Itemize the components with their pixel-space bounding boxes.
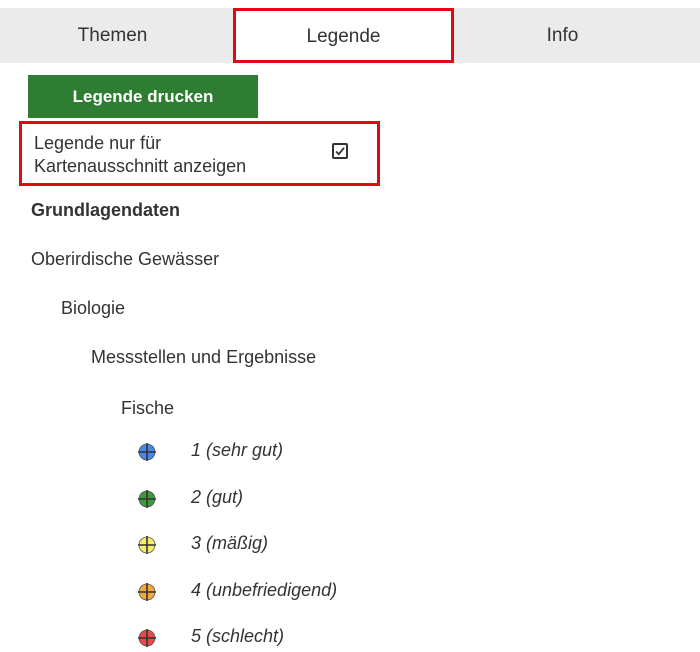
legend-item-label: 3 (mäßig) bbox=[191, 533, 269, 553]
tab-bar: Themen Legende Info bbox=[0, 8, 700, 63]
crosshair-circle-icon bbox=[138, 489, 156, 508]
extent-only-checkbox[interactable] bbox=[332, 143, 348, 159]
extent-only-option: Legende nur für Kartenausschnitt anzeige… bbox=[19, 121, 380, 186]
extent-only-label: Legende nur für Kartenausschnitt anzeige… bbox=[34, 132, 304, 178]
checkmark-icon bbox=[335, 147, 345, 156]
tab-themen[interactable]: Themen bbox=[10, 8, 215, 63]
extent-only-label-line2: Kartenausschnitt anzeigen bbox=[34, 156, 247, 176]
tree-group-grundlagendaten: Grundlagendaten bbox=[31, 200, 181, 220]
tab-legende[interactable]: Legende bbox=[233, 8, 454, 63]
legend-item-label: 5 (schlecht) bbox=[191, 626, 285, 646]
legend-item-label: 2 (gut) bbox=[191, 486, 244, 507]
crosshair-circle-icon bbox=[138, 536, 156, 554]
legend-item-label: 4 (unbefriedigend) bbox=[191, 579, 338, 600]
tree-sublayer-fische[interactable]: Fische bbox=[121, 398, 174, 419]
tab-info[interactable]: Info bbox=[455, 8, 670, 63]
crosshair-circle-icon bbox=[138, 629, 156, 647]
crosshair-circle-icon bbox=[138, 443, 156, 461]
legend-item-label: 1 (sehr gut) bbox=[191, 440, 284, 460]
crosshair-circle-icon bbox=[138, 582, 156, 601]
tree-subtheme-biologie[interactable]: Biologie bbox=[61, 298, 125, 319]
tree-theme-oberirdische-gewaesser[interactable]: Oberirdische Gewässer bbox=[31, 249, 219, 270]
tree-layer-messstellen[interactable]: Messstellen und Ergebnisse bbox=[91, 347, 316, 368]
extent-only-label-line1: Legende nur für bbox=[34, 133, 162, 153]
print-legend-button[interactable]: Legende drucken bbox=[28, 75, 258, 118]
